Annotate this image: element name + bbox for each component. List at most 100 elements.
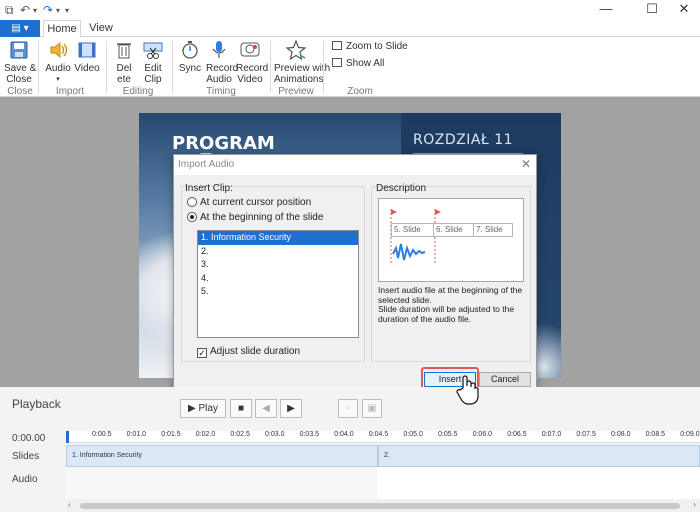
radio-cursor-circle[interactable] [187,197,197,207]
preview-animations-label: Preview with Animations [274,63,331,85]
ruler-tick-label: 0:08.5 [645,431,666,438]
undo-dropdown-icon[interactable]: ▾ [33,6,37,15]
record-video-button[interactable]: Record Video [236,39,268,85]
slides-track-label: Slides [12,451,40,462]
maximize-button[interactable]: ☐ [640,2,664,18]
title-bar: ⧉ ↶ ▾ ↷ ▾ ▾ — ☐ ✕ [0,0,700,20]
slide-segment[interactable]: 1. Information Security [66,445,378,467]
audio-track-region [66,467,378,499]
adjust-duration-label: Adjust slide duration [210,346,301,357]
preview-animations-button[interactable]: Preview with Animations [274,39,330,85]
radio-cursor-position[interactable]: At current cursor position [187,197,311,208]
zoom-in-button[interactable]: ▣ [362,399,382,418]
ruler-tick-label: 0:09.0 [680,431,700,438]
cancel-button[interactable]: Cancel [479,372,531,387]
stop-icon: ■ [237,403,245,414]
delete-label: Del ete [116,63,132,85]
ruler-tick-label: 0:06.5 [507,431,527,438]
zoom-out-icon: ▫ [346,403,350,414]
redo-dropdown-icon[interactable]: ▾ [56,6,60,15]
current-time: 0:00.00 [12,433,46,444]
close-window-button[interactable]: ✕ [672,2,696,18]
microphone-icon [212,41,226,58]
list-item[interactable]: 1. Information Security [198,231,358,245]
list-item[interactable]: 2. [198,245,358,259]
next-button[interactable]: ▶ [280,399,302,418]
radio-cursor-label: At current cursor position [200,197,312,208]
audio-track-label: Audio [12,474,38,485]
dialog-close-button[interactable]: ✕ [521,157,531,171]
group-editing-label: Editing [122,86,154,97]
sync-button[interactable]: Sync [178,39,202,74]
radio-beginning-of-slide[interactable]: At the beginning of the slide [187,212,323,223]
delete-button[interactable]: Del ete [112,39,136,85]
record-audio-label: Record Audio [206,63,239,85]
slide-segment[interactable]: 2. [378,445,700,467]
playback-title: Playback [12,397,61,411]
ribbon-separator [323,41,324,93]
zoom-out-button[interactable]: ▫ [338,399,358,418]
ruler-tick-label: 0:04.0 [334,431,354,438]
timeline-ruler[interactable]: 0:00.5 0:01.0 0:01.5 0:02.0 0:02.5 0:03.0 0:03… [66,431,700,443]
play-button[interactable]: ▶ Play [180,399,226,418]
timeline-scrollbar[interactable]: ‹ › [66,500,700,512]
list-item[interactable]: 4. [198,272,358,286]
redo-icon[interactable]: ↷ [43,3,53,17]
play-label: Play [198,403,218,414]
file-menu-button[interactable]: ▤ ▾ [0,20,40,37]
slide-subtitle: ROZDZIAŁ 11 [413,132,514,148]
list-item[interactable]: 3. [198,258,358,272]
tab-view[interactable]: View [84,20,118,37]
minimize-button[interactable]: — [594,2,618,18]
hand-cursor-icon [456,375,479,405]
show-all-label: Show All [346,58,385,69]
preview-slide-cell: 5. Slide [391,223,435,237]
dialog-title-bar: Import Audio ✕ [174,155,536,175]
radio-beginning-circle[interactable] [187,212,197,222]
record-video-label: Record Video [236,63,269,85]
adjust-duration-checkbox[interactable]: ✓ Adjust slide duration [197,346,300,358]
scroll-left-icon[interactable]: ‹ [68,500,71,509]
ruler-tick-label: 0:06.0 [472,431,493,438]
play-icon: ▶ [188,403,196,414]
ruler-tick-label: 0:02.0 [195,431,216,438]
ruler-tick-label: 0:05.5 [438,431,458,438]
record-audio-button[interactable]: Record Audio [206,39,238,85]
audio-button[interactable]: Audio ▾ [44,39,72,85]
trash-icon [117,43,131,59]
show-all-button[interactable]: Show All [332,58,384,69]
edit-clip-label: Edit Clip [144,63,162,85]
webcam-icon [240,42,260,57]
list-item[interactable]: 5. [198,285,358,299]
save-close-label: Save & Close [4,63,37,85]
preview-flags-icon [390,209,441,265]
group-zoom-label: Zoom [347,86,373,97]
ruler-tick-label: 0:05.0 [403,431,423,438]
undo-icon[interactable]: ↶ [20,3,30,17]
save-close-icon [10,41,28,59]
stopwatch-icon [182,41,198,59]
playhead[interactable] [66,431,69,443]
sync-label: Sync [178,63,202,74]
ruler-tick-label: 0:08.0 [611,431,631,438]
ruler-tick-label: 0:04.5 [368,431,389,438]
group-close-label: Close [7,86,33,97]
ribbon-separator [38,41,39,93]
ribbon-separator [172,41,173,93]
customize-toolbar-icon[interactable]: ▾ [65,6,69,15]
edit-clip-button[interactable]: Edit Clip [140,39,166,85]
checkbox-checked-icon[interactable]: ✓ [197,348,207,358]
zoom-to-slide-button[interactable]: Zoom to Slide [332,41,408,52]
previous-button[interactable]: ◀ [255,399,277,418]
stop-button[interactable]: ■ [230,399,252,418]
slide-list[interactable]: 1. Information Security 2. 3. 4. 5. [197,230,359,338]
tab-home[interactable]: Home [43,20,81,38]
ribbon: Save & Close Close Audio ▾ Video Import … [0,37,700,97]
scrollbar-thumb[interactable] [80,503,680,509]
audio-track[interactable] [66,467,700,499]
save-close-button[interactable]: Save & Close [4,39,37,85]
video-button[interactable]: Video [74,39,100,74]
app-icon: ⧉ [5,3,14,17]
scroll-right-icon[interactable]: › [693,500,696,509]
ruler-tick-label: 0:00.5 [92,431,112,438]
